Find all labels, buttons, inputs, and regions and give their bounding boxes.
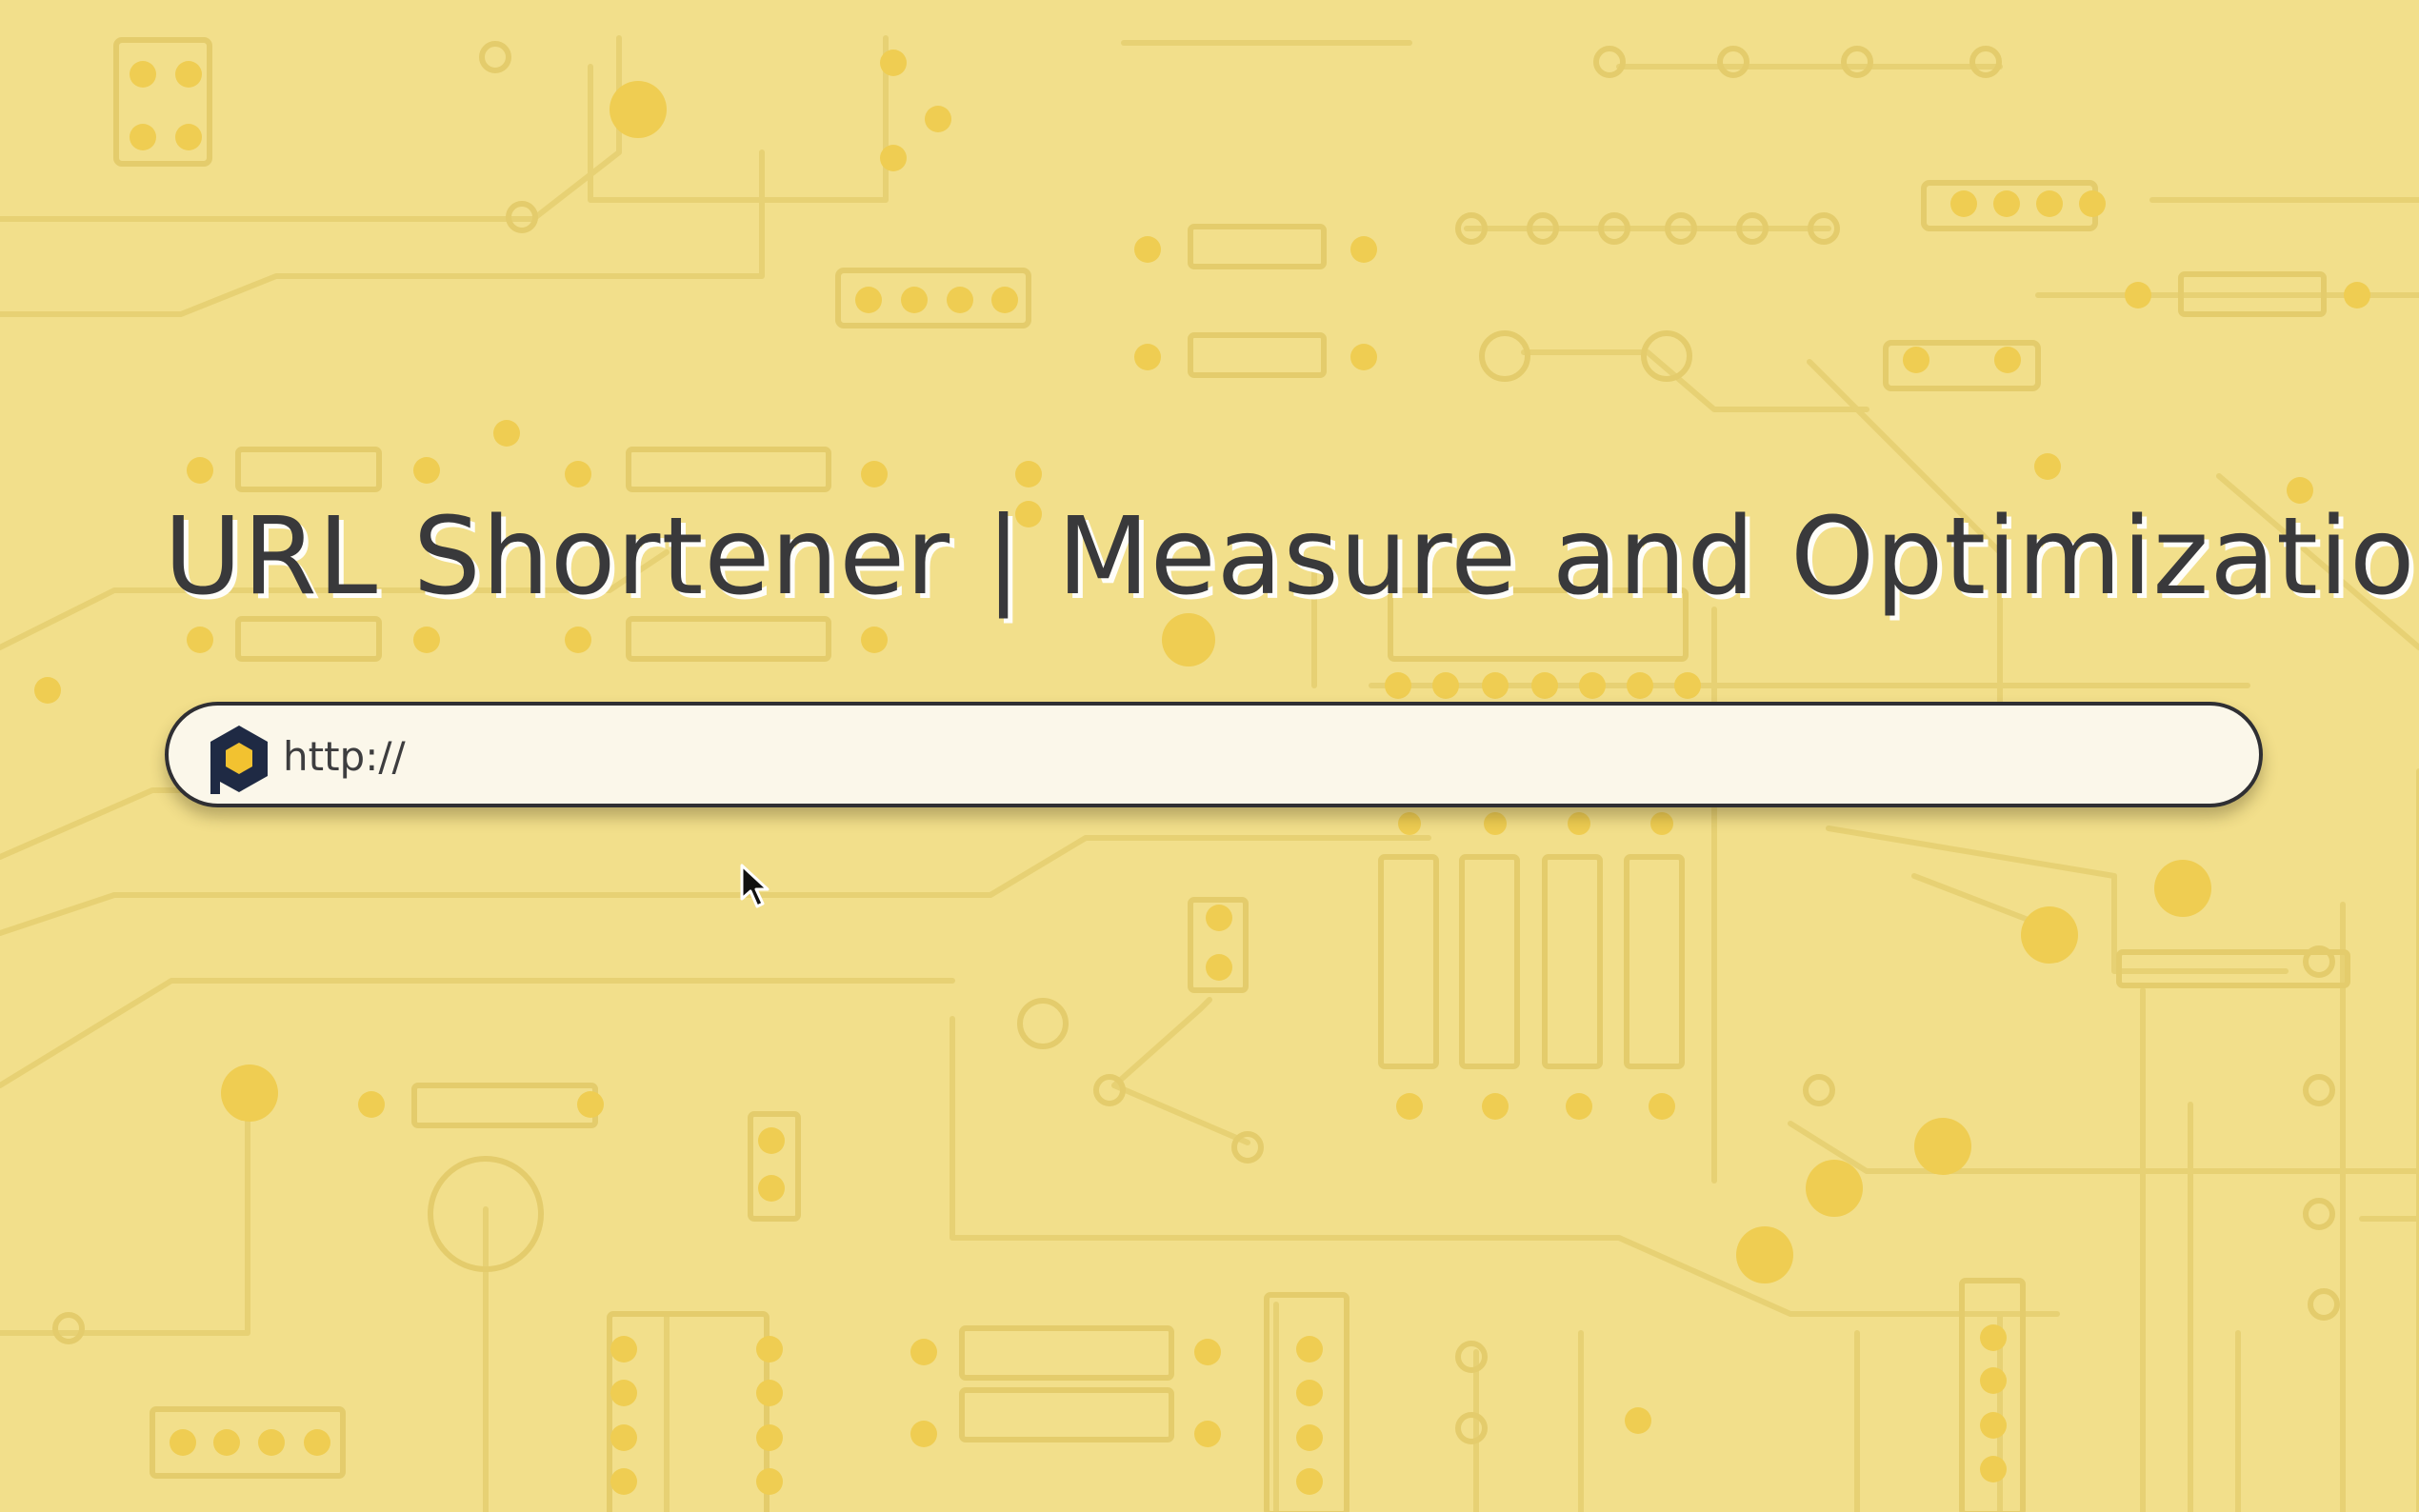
url-search-bar[interactable] [165, 702, 2263, 807]
hexagon-logo-icon [210, 726, 268, 794]
page-title: URL Shortener | Measure and Optimization [164, 495, 2419, 619]
page-background: URL Shortener | Measure and Optimization [0, 0, 2419, 1512]
url-input[interactable] [283, 723, 2226, 789]
mouse-pointer-icon [740, 864, 770, 908]
